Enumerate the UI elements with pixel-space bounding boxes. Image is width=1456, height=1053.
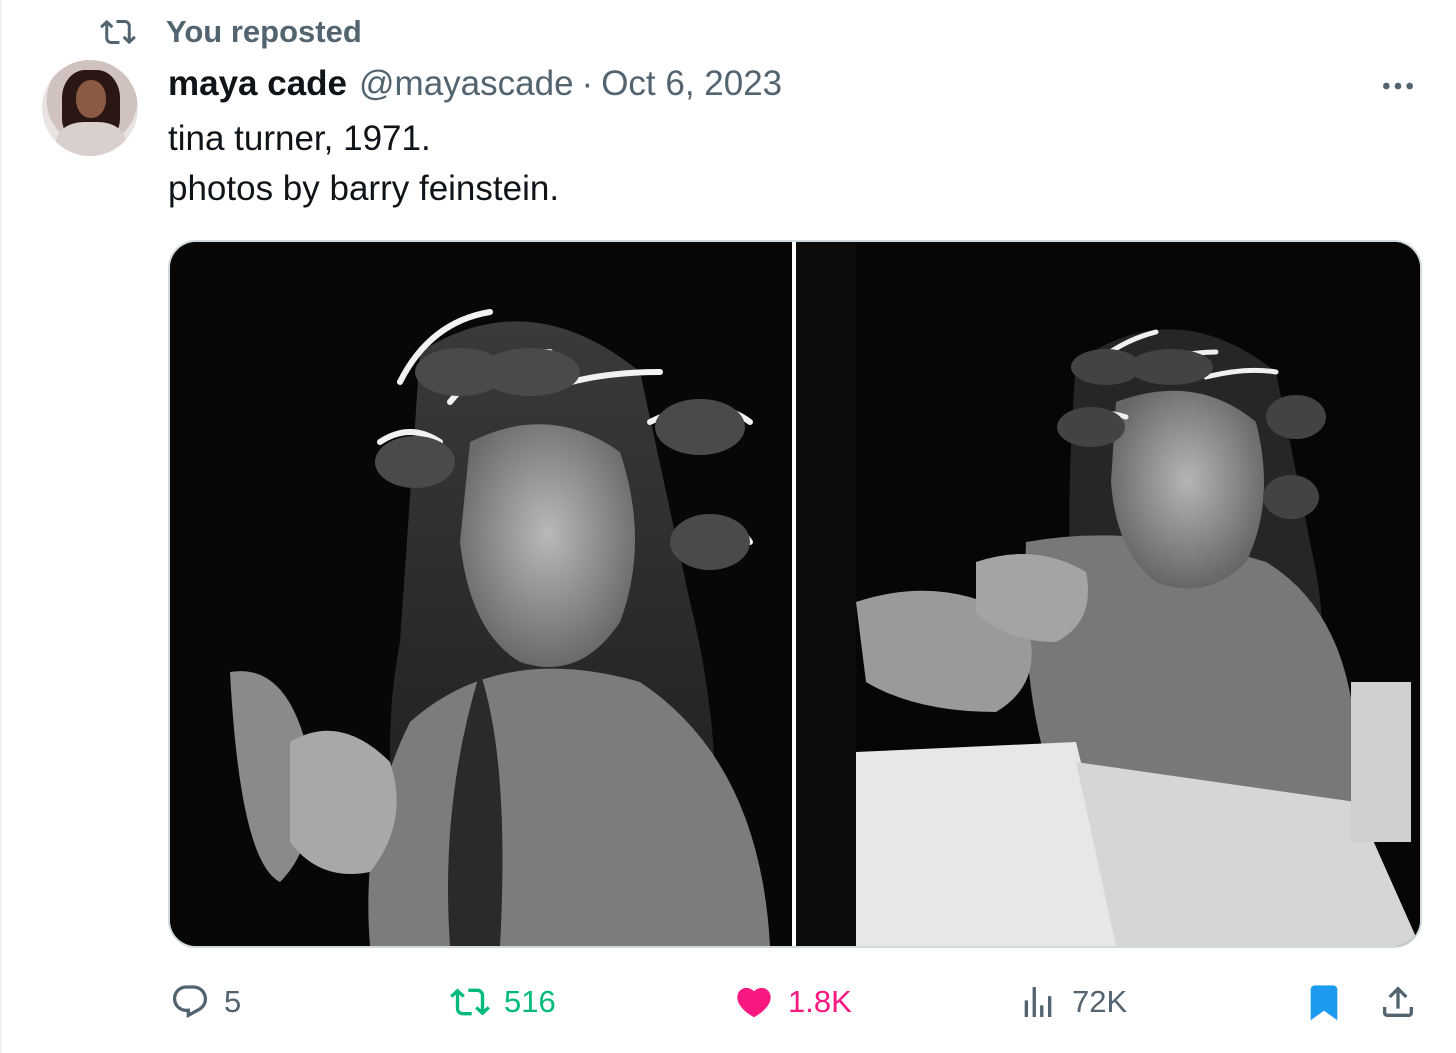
author-handle[interactable]: @mayascade — [359, 64, 574, 104]
media-grid — [168, 240, 1422, 948]
avatar[interactable] — [42, 60, 138, 156]
share-button[interactable] — [1378, 972, 1418, 1032]
views-chart-icon — [1024, 987, 1052, 1017]
tweet-text-line: tina turner, 1971. — [168, 119, 431, 158]
bookmark-button[interactable] — [1304, 972, 1344, 1032]
action-bar: 5 516 1.8K 72K — [168, 972, 1418, 1032]
more-horizontal-icon — [1383, 82, 1413, 90]
views-button[interactable]: 72K — [1018, 972, 1127, 1032]
photo-2[interactable] — [796, 242, 1420, 946]
views-count: 72K — [1072, 984, 1128, 1019]
photo-1-image — [170, 242, 792, 946]
repost-context-text: You reposted — [166, 14, 362, 49]
like-count: 1.8K — [788, 984, 852, 1019]
more-options-button[interactable] — [1376, 66, 1420, 106]
photo-1[interactable] — [170, 242, 792, 946]
tweet-header: maya cade @mayascade · Oct 6, 2023 — [168, 62, 782, 106]
retweet-icon — [450, 988, 490, 1016]
repost-count: 516 — [504, 984, 556, 1019]
repost-context[interactable]: You reposted — [100, 10, 362, 54]
tweet-card[interactable]: You reposted maya cade @mayascade · Oct … — [0, 0, 1456, 1053]
tweet-text: tina turner, 1971. photos by barry feins… — [168, 114, 559, 214]
share-icon — [1383, 986, 1413, 1017]
reply-button[interactable]: 5 — [170, 972, 241, 1032]
reply-count: 5 — [224, 984, 242, 1019]
tweet-text-line: photos by barry feinstein. — [168, 169, 560, 208]
separator-dot: · — [581, 64, 594, 103]
retweet-icon — [100, 19, 136, 45]
repost-button[interactable]: 516 — [450, 972, 556, 1032]
reply-icon — [172, 985, 208, 1019]
like-button[interactable]: 1.8K — [734, 972, 852, 1032]
tweet-date[interactable]: Oct 6, 2023 — [601, 64, 782, 104]
photo-2-image — [796, 242, 1420, 946]
timeline-divider — [0, 0, 2, 1053]
author-display-name[interactable]: maya cade — [168, 64, 347, 104]
heart-icon — [737, 987, 771, 1018]
bookmark-icon — [1310, 985, 1338, 1021]
